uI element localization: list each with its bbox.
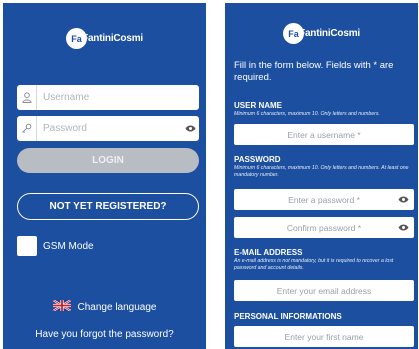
logo-text: FantiniCosmi bbox=[299, 28, 360, 39]
logo-badge: Fa bbox=[283, 23, 305, 44]
user-icon bbox=[17, 85, 37, 110]
login-button[interactable]: LOGIN bbox=[17, 148, 199, 173]
change-language-link[interactable]: Change language bbox=[3, 299, 206, 314]
forgot-password-link[interactable]: Have you forgot the password? bbox=[3, 329, 206, 340]
brand-logo: Fa FantiniCosmi bbox=[3, 28, 206, 49]
username-field[interactable] bbox=[234, 124, 414, 145]
username-hint: Minimum 6 characters, maximum 10. Only l… bbox=[234, 111, 380, 117]
first-name-input[interactable] bbox=[234, 326, 414, 347]
logo-text: FantiniCosmi bbox=[82, 33, 143, 44]
password-field[interactable] bbox=[17, 116, 199, 141]
password-field[interactable] bbox=[234, 189, 414, 210]
username-field[interactable] bbox=[17, 85, 199, 110]
password-section-title: PASSWORD bbox=[234, 155, 281, 164]
username-input[interactable] bbox=[37, 85, 199, 110]
confirm-password-input[interactable] bbox=[234, 217, 414, 238]
email-hint: An e-mail address is not mandatory, but … bbox=[234, 258, 394, 271]
eye-icon[interactable] bbox=[394, 189, 412, 210]
brand-logo: Fa FantiniCosmi bbox=[225, 23, 418, 44]
eye-icon[interactable] bbox=[394, 217, 412, 238]
change-language-label: Change language bbox=[77, 301, 157, 313]
form-intro-text: Fill in the form below. Fields with * ar… bbox=[234, 60, 394, 83]
gsm-mode-toggle[interactable]: GSM Mode bbox=[17, 236, 94, 256]
gsm-mode-checkbox[interactable] bbox=[17, 236, 37, 256]
login-screen: Fa FantiniCosmi LOGIN NOT YET REGISTERED… bbox=[3, 3, 206, 349]
confirm-password-field[interactable] bbox=[234, 217, 414, 238]
registration-screen: Fa FantiniCosmi Fill in the form below. … bbox=[225, 3, 418, 349]
not-yet-registered-button[interactable]: NOT YET REGISTERED? bbox=[17, 193, 199, 220]
password-input[interactable] bbox=[234, 189, 414, 210]
username-section-title: USER NAME bbox=[234, 101, 283, 110]
password-input[interactable] bbox=[37, 116, 181, 141]
key-icon bbox=[17, 116, 37, 141]
gsm-mode-label: GSM Mode bbox=[43, 240, 94, 252]
email-input[interactable] bbox=[234, 280, 414, 301]
email-field[interactable] bbox=[234, 280, 414, 301]
email-section-title: E-MAIL ADDRESS bbox=[234, 248, 303, 257]
username-input[interactable] bbox=[234, 124, 414, 145]
first-name-field[interactable] bbox=[234, 326, 414, 347]
password-hint: Minimum 6 characters, maximum 10. Only l… bbox=[234, 165, 409, 178]
eye-icon[interactable] bbox=[181, 125, 199, 132]
uk-flag-icon bbox=[51, 299, 72, 314]
logo-badge: Fa bbox=[66, 28, 88, 49]
personal-info-section-title: PERSONAL INFORMATIONS bbox=[234, 312, 342, 321]
